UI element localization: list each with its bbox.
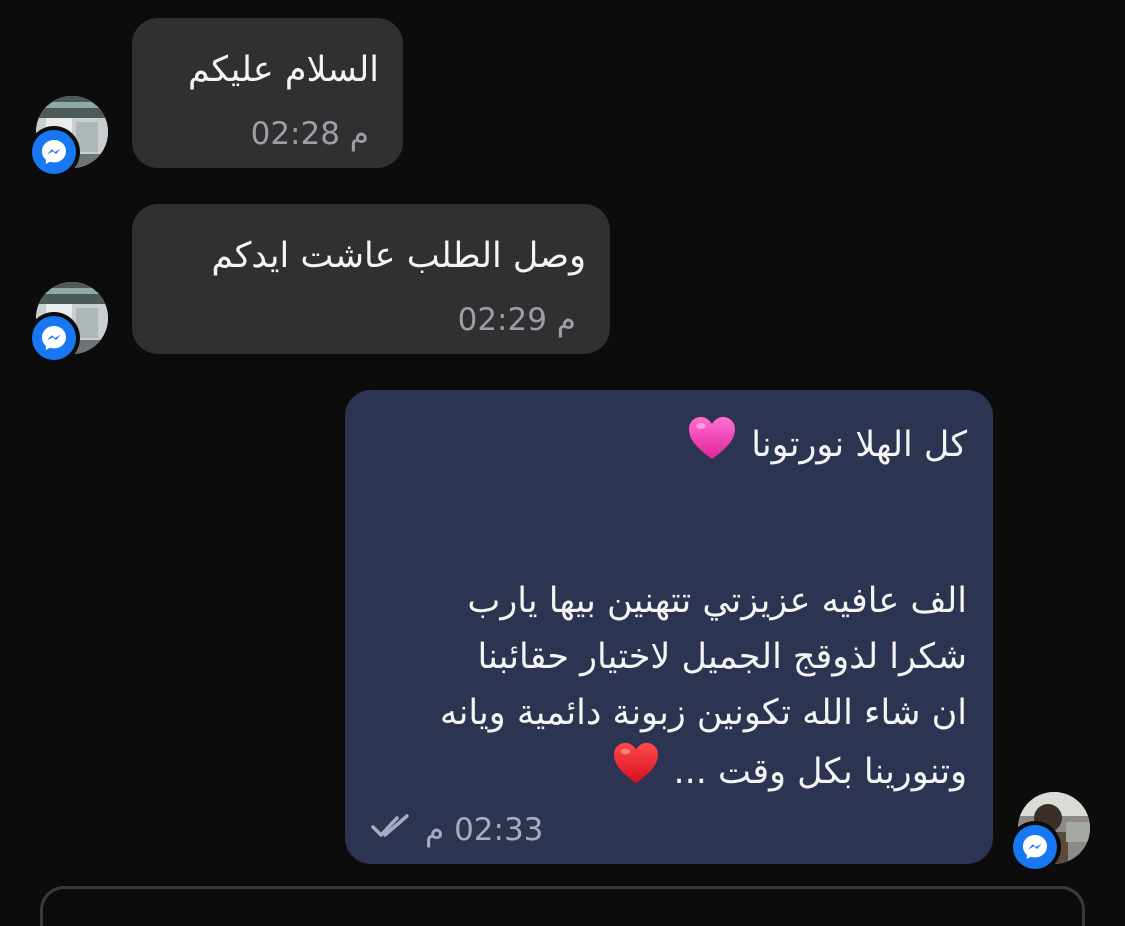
message-text: كل الهلا نورتونا [751, 424, 967, 465]
message-timestamp: 02:28 م [250, 116, 369, 152]
message-meta: 02:33 م [371, 810, 543, 850]
messenger-icon [32, 316, 76, 360]
message-timestamp: 02:33 م [425, 812, 544, 848]
message-line: وتنورينا بكل وقت ... [673, 751, 967, 792]
incoming-message-bubble[interactable]: السلام عليكم 02:28 م [132, 18, 403, 168]
messenger-icon [1013, 825, 1057, 869]
greeting-line: كل الهلا نورتونا [687, 415, 967, 474]
message-composer[interactable] [40, 886, 1085, 926]
messenger-badge [1009, 821, 1061, 873]
message-timestamp: 02:29 م [457, 302, 576, 338]
messenger-icon [32, 130, 76, 174]
messenger-badge [28, 312, 80, 364]
message-last-line: وتنورينا بكل وقت ... [367, 741, 967, 802]
messenger-badge [28, 126, 80, 178]
message-text: السلام عليكم [188, 50, 379, 90]
incoming-message-bubble[interactable]: وصل الطلب عاشت ايدكم 02:29 م [132, 204, 610, 354]
message-line: شكرا لذوقج الجميل لاختيار حقائبنا [477, 637, 967, 677]
red-heart-icon [612, 741, 660, 802]
double-check-icon [371, 810, 411, 850]
pink-heart-icon [687, 415, 737, 474]
message-text: وصل الطلب عاشت ايدكم [211, 236, 586, 276]
message-line: الف عافيه عزيزتي تتهنين بيها يارب [467, 581, 967, 621]
message-body: الف عافيه عزيزتي تتهنين بيها يارب شكرا ل… [367, 573, 967, 802]
message-line: ان شاء الله تكونين زبونة دائمية ويانه [439, 693, 967, 733]
outgoing-message-bubble[interactable]: كل الهلا نورتونا الف عافيه عزيزتي تتهنين… [345, 390, 993, 864]
